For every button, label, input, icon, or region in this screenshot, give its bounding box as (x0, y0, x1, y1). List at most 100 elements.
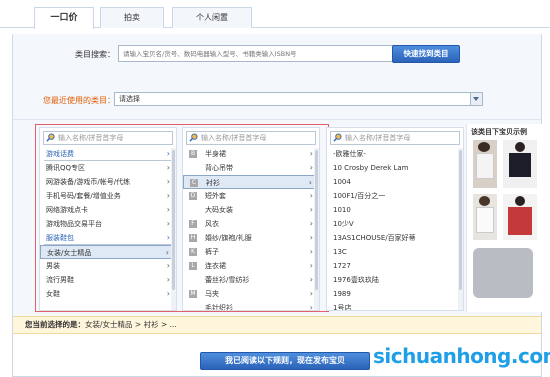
category-column-1: 输入名称/拼音首字母 游戏话费 › 腾讯QQ专区 › 网游装备/游戏币/帐号/代练 › 手机… (39, 127, 177, 311)
chevron-right-icon: › (309, 233, 313, 242)
brand-item[interactable]: 1976壹玖玖陆 (327, 273, 463, 287)
column-2-search[interactable]: 输入名称/拼音首字母 (186, 131, 316, 145)
subcategory-item[interactable]: F 风衣 › (183, 217, 319, 231)
item-label: 100F1/百分之一 (333, 192, 386, 200)
category-column-3: 输入名称/拼音首字母 -欧雅仕家- 10 Crosby Derek Lam 1004… (326, 127, 464, 311)
chevron-right-icon: › (309, 191, 313, 200)
item-label: 1004 (333, 178, 351, 186)
column-3-list: -欧雅仕家- 10 Crosby Derek Lam 1004 100F1/百分之一 1… (327, 147, 463, 311)
chevron-right-icon: › (166, 163, 170, 172)
chevron-right-icon: › (309, 219, 313, 228)
chevron-right-icon: › (309, 163, 313, 172)
item-label: 腾讯QQ专区 (46, 164, 86, 172)
brand-item[interactable]: 10少V (327, 217, 463, 231)
brand-item[interactable]: 1727 (327, 259, 463, 273)
index-letter: K (189, 248, 197, 256)
item-label: 裤子 (205, 248, 219, 256)
chevron-right-icon: › (309, 261, 313, 270)
brand-item[interactable]: 10 Crosby Derek Lam (327, 161, 463, 175)
watermark: sichuanhong.com (373, 344, 550, 368)
category-item[interactable]: 游戏物品交易平台 › (40, 217, 176, 231)
current-selection-path: 女装/女士精品 > 衬衫 > ... (85, 320, 177, 329)
chevron-right-icon: › (309, 303, 313, 311)
category-item[interactable]: 腾讯QQ专区 › (40, 161, 176, 175)
brand-item[interactable]: 1004 (327, 175, 463, 189)
item-label: 1727 (333, 262, 351, 270)
brand-item[interactable]: 13AS1CHOUSE/百家好蒂 (327, 231, 463, 245)
category-item[interactable]: 男装 › (40, 259, 176, 273)
category-item[interactable]: 手机号码/套餐/增值业务 › (40, 189, 176, 203)
subcategory-item[interactable]: C 衬衫 › (183, 175, 319, 189)
item-label: 连衣裙 (205, 262, 226, 270)
category-group-header[interactable]: 服装鞋包 › (44, 231, 172, 245)
item-label: 衬衫 (206, 179, 220, 187)
index-letter: M (189, 290, 197, 298)
item-label: 1010 (333, 206, 351, 214)
subcategory-item[interactable]: L 连衣裙 › (183, 259, 319, 273)
find-category-button[interactable]: 快速找到类目 (392, 45, 460, 63)
category-item[interactable]: 女鞋 › (40, 287, 176, 301)
item-label: 背心吊带 (205, 164, 233, 172)
search-area: 类目搜索： 快速找到类目 您最近使用的类目： 请选择 (13, 34, 541, 120)
category-item[interactable]: 网游装备/游戏币/帐号/代练 › (40, 175, 176, 189)
item-label: 1号店 (333, 304, 352, 311)
brand-item[interactable]: 100F1/百分之一 (327, 189, 463, 203)
recent-category-label: 您最近使用的类目： (43, 96, 115, 105)
search-icon (189, 133, 198, 142)
subcategory-item[interactable]: D 短外套 › (183, 189, 319, 203)
item-label: 男装 (46, 262, 60, 270)
chevron-right-icon: › (308, 178, 312, 187)
brand-item[interactable]: 1989 (327, 287, 463, 301)
chevron-right-icon: › (166, 149, 170, 158)
item-label: 毛针织衫 (205, 304, 233, 311)
chevron-right-icon: › (165, 248, 169, 257)
chevron-right-icon: › (166, 233, 170, 242)
chevron-right-icon: › (309, 247, 313, 256)
chevron-right-icon: › (309, 149, 313, 158)
item-label: 大码女装 (205, 206, 233, 214)
item-label: 婚纱/旗袍/礼服 (205, 234, 252, 242)
item-label: 10少V (333, 220, 354, 228)
tab-auction[interactable]: 拍卖 (100, 7, 164, 28)
example-photo (503, 194, 537, 240)
column-1-scrollbar[interactable] (171, 148, 176, 310)
subcategory-item[interactable]: 大码女装 › (183, 203, 319, 217)
column-1-search[interactable]: 输入名称/拼音首字母 (43, 131, 173, 145)
brand-item[interactable]: 13C (327, 245, 463, 259)
brand-item[interactable]: 1010 (327, 203, 463, 217)
category-item[interactable]: 女装/女士精品 › (40, 245, 176, 259)
tab-fixed-price[interactable]: 一口价 (34, 7, 94, 29)
column-3-search-placeholder: 输入名称/拼音首字母 (345, 134, 411, 142)
column-2-scrollbar[interactable] (314, 148, 319, 310)
subcategory-item[interactable]: K 裤子 › (183, 245, 319, 259)
recent-category-value: 请选择 (119, 95, 140, 103)
item-label: 女鞋 (46, 290, 60, 298)
subcategory-item[interactable]: M 马夹 › (183, 287, 319, 301)
category-item[interactable]: 流行男鞋 › (40, 273, 176, 287)
brand-item[interactable]: -欧雅仕家- (327, 147, 463, 161)
subcategory-item[interactable]: B 半身裙 › (183, 147, 319, 161)
chevron-right-icon: › (166, 275, 170, 284)
recent-category-select[interactable]: 请选择 (114, 92, 483, 106)
tab-personal-idle[interactable]: 个人闲置 (172, 7, 252, 28)
subcategory-item[interactable]: 背心吊带 › (183, 161, 319, 175)
subcategory-item[interactable]: 毛针织衫 › (183, 301, 319, 311)
chevron-right-icon: › (166, 219, 170, 228)
column-1-search-placeholder: 输入名称/拼音首字母 (58, 134, 124, 142)
example-panel: 该类目下宝贝示例 (466, 124, 543, 312)
publish-button[interactable]: 我已阅读以下规则，现在发布宝贝 (200, 352, 370, 370)
category-search-input[interactable] (118, 45, 395, 62)
chevron-down-icon[interactable] (470, 93, 482, 105)
item-label: 10 Crosby Derek Lam (333, 164, 409, 172)
chevron-right-icon: › (166, 177, 170, 186)
column-3-scrollbar[interactable] (458, 148, 463, 310)
subcategory-item[interactable]: 蕾丝衫/雪纺衫 › (183, 273, 319, 287)
category-group-header[interactable]: 游戏话费 › (44, 147, 172, 161)
current-selection-label: 您当前选择的是： (25, 320, 85, 329)
item-label: 服装鞋包 (46, 234, 74, 242)
brand-item[interactable]: 1号店 (327, 301, 463, 311)
category-item[interactable]: 网络游戏点卡 › (40, 203, 176, 217)
search-icon (46, 133, 55, 142)
subcategory-item[interactable]: H 婚纱/旗袍/礼服 › (183, 231, 319, 245)
column-3-search[interactable]: 输入名称/拼音首字母 (330, 131, 460, 145)
